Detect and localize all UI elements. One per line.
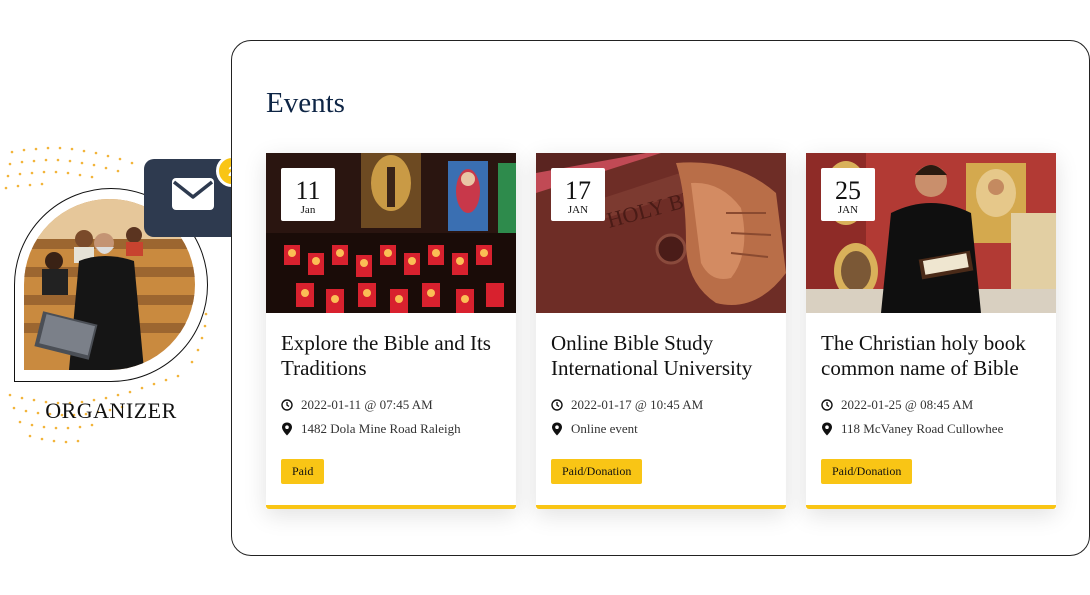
event-card[interactable]: HOLY BIBLE 17 JAN Online Bible Study Int… — [536, 153, 786, 509]
clock-icon — [551, 399, 563, 411]
events-heading: Events — [266, 87, 345, 119]
event-day: 11 — [295, 176, 321, 205]
event-card[interactable]: 11 Jan Explore the Bible and Its Traditi… — [266, 153, 516, 509]
event-location-text: 118 McVaney Road Cullowhee — [841, 421, 1004, 436]
event-title[interactable]: Explore the Bible and Its Traditions — [281, 331, 506, 381]
event-date-badge: 11 Jan — [281, 168, 335, 221]
event-title[interactable]: The Christian holy book common name of B… — [821, 331, 1046, 381]
map-pin-icon — [822, 422, 832, 436]
map-pin-icon — [282, 422, 292, 436]
event-day: 25 — [835, 176, 861, 205]
event-title[interactable]: Online Bible Study International Univers… — [551, 331, 776, 381]
clock-icon — [821, 399, 833, 411]
event-image-bible[interactable]: HOLY BIBLE 17 JAN — [536, 153, 786, 313]
event-price-tag: Paid — [281, 459, 325, 484]
map-pin-icon — [552, 422, 562, 436]
event-datetime: 2022-01-11 @ 07:45 AM — [281, 397, 433, 413]
event-month: JAN — [567, 204, 589, 216]
event-day: 17 — [565, 176, 591, 205]
event-datetime-text: 2022-01-11 @ 07:45 AM — [301, 397, 433, 412]
clock-icon — [281, 399, 293, 411]
event-image-candles[interactable]: 11 Jan — [266, 153, 516, 313]
organizer-label: ORGANIZER — [45, 398, 177, 423]
event-location: Online event — [551, 421, 638, 437]
event-location: 1482 Dola Mine Road Raleigh — [281, 421, 461, 437]
event-datetime-text: 2022-01-25 @ 08:45 AM — [841, 397, 974, 412]
event-image-priest[interactable]: 25 JAN — [806, 153, 1056, 313]
event-month: JAN — [837, 204, 859, 216]
envelope-icon — [172, 178, 214, 210]
event-date-badge: 17 JAN — [551, 168, 605, 221]
event-card[interactable]: 25 JAN The Christian holy book common na… — [806, 153, 1056, 509]
event-month: Jan — [300, 204, 316, 216]
event-location-text: 1482 Dola Mine Road Raleigh — [301, 421, 461, 436]
event-price-tag: Paid/Donation — [551, 459, 643, 484]
event-datetime: 2022-01-25 @ 08:45 AM — [821, 397, 973, 413]
event-price-tag: Paid/Donation — [821, 459, 913, 484]
events-panel: Events 11 Jan Explore the Bible and Its … — [231, 40, 1090, 556]
event-date-badge: 25 JAN — [821, 168, 875, 221]
event-location: 118 McVaney Road Cullowhee — [821, 421, 1003, 437]
event-datetime-text: 2022-01-17 @ 10:45 AM — [571, 397, 704, 412]
event-location-text: Online event — [571, 421, 638, 436]
event-datetime: 2022-01-17 @ 10:45 AM — [551, 397, 703, 413]
